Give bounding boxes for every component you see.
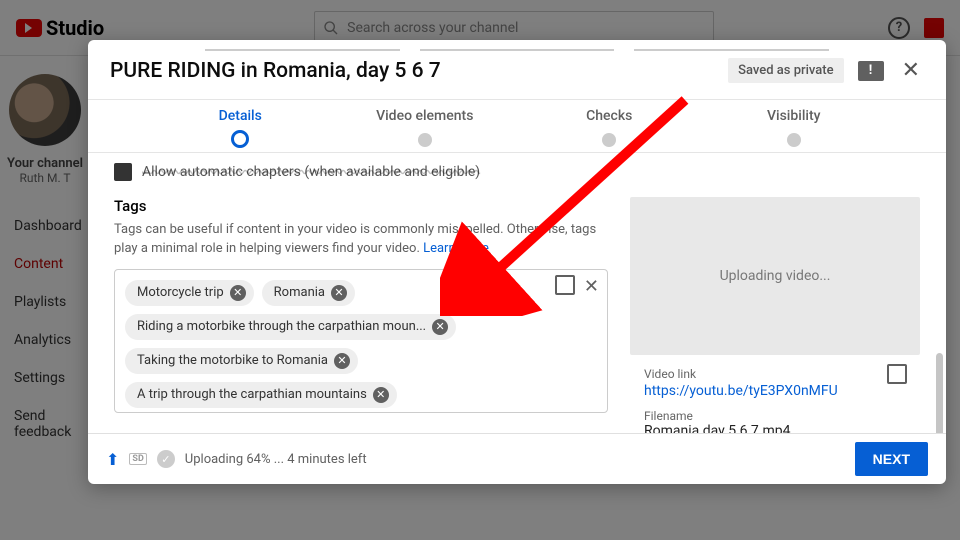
dialog-body: Allow automatic chapters (when available… [88, 153, 946, 433]
remove-tag-icon[interactable]: ✕ [432, 319, 448, 335]
step-details[interactable]: Details [148, 102, 333, 152]
tag-chip[interactable]: Riding a motorbike through the carpathia… [125, 314, 456, 340]
video-thumbnail: Uploading video... [630, 197, 920, 355]
clear-tags-icon[interactable]: ✕ [584, 276, 599, 297]
remove-tag-icon[interactable]: ✕ [331, 285, 347, 301]
feedback-icon[interactable]: ! [858, 61, 884, 81]
tags-description: Tags can be useful if content in your vi… [114, 221, 608, 259]
next-button[interactable]: NEXT [855, 442, 928, 476]
tag-chip[interactable]: Taking the motorbike to Romania✕ [125, 348, 358, 374]
video-link-label: Video link [644, 367, 890, 381]
tag-chip[interactable]: A trip through the carpathian mountains✕ [125, 382, 397, 408]
filename-label: Filename [644, 409, 906, 423]
tag-chip[interactable]: Motorcycle trip✕ [125, 280, 254, 306]
copy-link-icon[interactable] [890, 367, 906, 383]
step-video-elements[interactable]: Video elements [333, 102, 518, 152]
upload-status: Uploading 64% ... 4 minutes left [185, 452, 367, 467]
remove-tag-icon[interactable]: ✕ [230, 285, 246, 301]
dialog-footer: ⬆ SD ✓ Uploading 64% ... 4 minutes left … [88, 433, 946, 484]
tag-chip[interactable]: Romania✕ [262, 280, 355, 306]
thumb-status: Uploading video... [720, 268, 831, 284]
video-link[interactable]: https://youtu.be/tyE3PX0nMFU [644, 383, 890, 399]
checkbox-icon[interactable] [114, 163, 132, 181]
tags-heading: Tags [114, 197, 608, 215]
save-status-chip: Saved as private [728, 58, 843, 83]
step-checks[interactable]: Checks [517, 102, 702, 152]
upload-arrow-icon: ⬆ [106, 450, 119, 469]
chapters-label: Allow automatic chapters (when available… [142, 164, 480, 180]
remove-tag-icon[interactable]: ✕ [334, 353, 350, 369]
sd-badge: SD [129, 453, 146, 465]
scrollbar[interactable] [936, 353, 943, 433]
learn-more-link[interactable]: Learn more [423, 241, 489, 256]
chapters-row: Allow automatic chapters (when available… [114, 163, 920, 181]
remove-tag-icon[interactable]: ✕ [373, 387, 389, 403]
dialog-title: PURE RIDING in Romania, day 5 6 7 [110, 59, 441, 83]
tags-input-box[interactable]: ✕ Motorcycle trip✕ Romania✕ Riding a motor… [114, 269, 608, 413]
stepper: DetailsVideo elementsChecksVisibility [88, 99, 946, 153]
close-icon[interactable]: ✕ [898, 56, 924, 85]
step-visibility[interactable]: Visibility [702, 102, 887, 152]
preview-panel: Uploading video... Video link https://yo… [630, 197, 920, 433]
copy-tags-icon[interactable] [558, 278, 574, 294]
upload-dialog: PURE RIDING in Romania, day 5 6 7 Saved … [88, 40, 946, 484]
check-circle-icon: ✓ [157, 450, 175, 468]
filename-value: Romania day 5 6 7.mp4 [644, 423, 906, 433]
